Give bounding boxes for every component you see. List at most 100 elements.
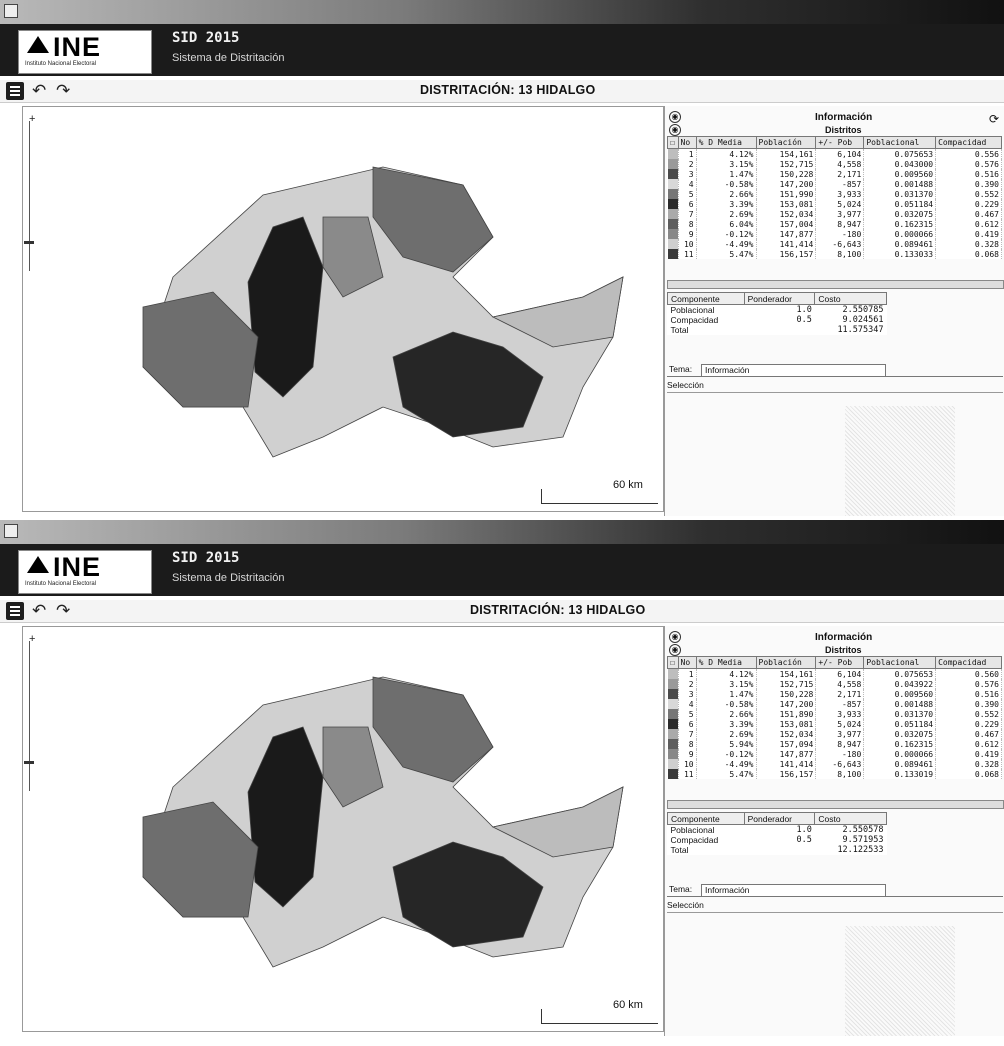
column-header-select[interactable]: ☐: [667, 136, 679, 149]
collapse-circle-icon[interactable]: ◉: [669, 124, 681, 136]
table-header-row: ☐ No % D Media Población +/- Pob Poblaci…: [667, 136, 1002, 149]
district-map[interactable]: [23, 107, 663, 511]
app-header: INE Instituto Nacional Electoral SID 201…: [0, 544, 1004, 596]
cell-poblacional: 0.075653: [863, 668, 937, 679]
cell-dmedia: 3.15%: [696, 679, 757, 689]
table-row[interactable]: 9 -0.12% 147,877 -180 0.000066 0.419: [667, 749, 1002, 759]
column-header-no[interactable]: No: [677, 136, 697, 149]
district-color-swatch: [667, 759, 679, 769]
tab-informacion[interactable]: Información: [701, 884, 886, 896]
table-row[interactable]: 1 4.12% 154,161 6,104 0.075653 0.556: [667, 148, 1002, 159]
table-row[interactable]: 3 1.47% 150,228 2,171 0.009560 0.516: [667, 689, 1002, 699]
collapse-circle-icon[interactable]: ◉: [669, 111, 681, 123]
cell-no: 2: [678, 159, 697, 169]
column-header-compacidad[interactable]: Compacidad: [935, 656, 1002, 669]
district-color-swatch: [667, 739, 679, 749]
tema-tab-row: Tema: Información: [667, 884, 1003, 897]
column-header-compacidad[interactable]: Compacidad: [935, 136, 1002, 149]
table-horizontal-scrollbar[interactable]: [667, 800, 1004, 809]
district-color-swatch: [667, 159, 679, 169]
collapse-circle-icon[interactable]: ◉: [669, 631, 681, 643]
undo-icon[interactable]: ↶: [32, 81, 46, 101]
column-header-dpob[interactable]: +/- Pob: [815, 656, 865, 669]
districts-table: ☐ No % D Media Población +/- Pob Poblaci…: [667, 656, 1002, 779]
table-row[interactable]: 1 4.12% 154,161 6,104 0.075653 0.560: [667, 668, 1002, 679]
map-view[interactable]: + 60 km: [22, 626, 664, 1032]
cell-pob: 147,200: [756, 179, 817, 189]
cell-dpob: 3,933: [815, 189, 865, 199]
table-row[interactable]: 2 3.15% 152,715 4,558 0.043000 0.576: [667, 159, 1002, 169]
table-row[interactable]: 10 -4.49% 141,414 -6,643 0.089461 0.328: [667, 759, 1002, 769]
table-row[interactable]: 7 2.69% 152,034 3,977 0.032075 0.467: [667, 729, 1002, 739]
table-row[interactable]: 6 3.39% 153,081 5,024 0.051184 0.229: [667, 199, 1002, 209]
cell-poblacional: 0.000066: [863, 749, 937, 759]
column-header-dmedia[interactable]: % D Media: [695, 656, 757, 669]
cell-no: 9: [678, 749, 697, 759]
column-header-select[interactable]: ☐: [667, 656, 679, 669]
redo-icon[interactable]: ↷: [56, 601, 70, 621]
cell-pob: 153,081: [756, 199, 817, 209]
table-row[interactable]: 4 -0.58% 147,200 -857 0.001488 0.390: [667, 699, 1002, 709]
window-icon[interactable]: [4, 524, 18, 538]
cell-pob: 151,890: [756, 709, 817, 719]
table-row[interactable]: 6 3.39% 153,081 5,024 0.051184 0.229: [667, 719, 1002, 729]
table-row[interactable]: 10 -4.49% 141,414 -6,643 0.089461 0.328: [667, 239, 1002, 249]
district-color-swatch: [667, 199, 679, 209]
cell-pob: 147,200: [756, 699, 817, 709]
cell-dpob: 6,104: [815, 668, 865, 679]
cell-no: 4: [678, 699, 697, 709]
table-row[interactable]: 8 6.04% 157,004 8,947 0.162315 0.612: [667, 219, 1002, 229]
menu-icon[interactable]: [6, 82, 24, 100]
info-title: Información: [815, 112, 873, 123]
selection-label: Selección: [667, 380, 704, 390]
table-row[interactable]: 4 -0.58% 147,200 -857 0.001488 0.390: [667, 179, 1002, 189]
cell-costo: 2.550578: [842, 825, 884, 835]
column-header-dpob[interactable]: +/- Pob: [815, 136, 865, 149]
collapse-circle-icon[interactable]: ◉: [669, 644, 681, 656]
cell-compacidad: 0.576: [935, 159, 1002, 169]
map-view[interactable]: + 60 km: [22, 106, 664, 512]
cell-dmedia: 1.47%: [696, 169, 757, 179]
tab-informacion[interactable]: Información: [701, 364, 886, 376]
column-header-poblacional[interactable]: Poblacional: [863, 136, 937, 149]
cell-pond: 1.0: [796, 825, 812, 835]
column-header-poblacion[interactable]: Población: [755, 136, 817, 149]
table-row[interactable]: 3 1.47% 150,228 2,171 0.009560 0.516: [667, 169, 1002, 179]
refresh-icon[interactable]: ⟳: [989, 112, 999, 126]
logo-subtitle: Instituto Nacional Electoral: [25, 61, 97, 67]
window-titlebar: [0, 520, 1004, 544]
cell-dpob: 2,171: [815, 689, 865, 699]
cell-dpob: -180: [815, 749, 865, 759]
cell-poblacional: 0.009560: [863, 169, 937, 179]
cell-pob: 153,081: [756, 719, 817, 729]
table-row[interactable]: 9 -0.12% 147,877 -180 0.000066 0.419: [667, 229, 1002, 239]
cell-pond: [744, 845, 815, 855]
tema-label: Tema:: [669, 884, 693, 894]
cell-dpob: 8,100: [815, 769, 865, 779]
cell-compacidad: 0.229: [935, 199, 1002, 209]
table-row[interactable]: 8 5.94% 157,094 8,947 0.162315 0.612: [667, 739, 1002, 749]
table-row[interactable]: 2 3.15% 152,715 4,558 0.043922 0.576: [667, 679, 1002, 689]
column-header-no[interactable]: No: [677, 656, 697, 669]
district-map[interactable]: [23, 627, 663, 1031]
menu-icon[interactable]: [6, 602, 24, 620]
undo-icon[interactable]: ↶: [32, 601, 46, 621]
table-header-row: Componente Ponderador Costo: [667, 292, 887, 305]
column-header-dmedia[interactable]: % D Media: [695, 136, 757, 149]
info-subtitle: Distritos: [825, 125, 862, 135]
window-icon[interactable]: [4, 4, 18, 18]
table-row[interactable]: 11 5.47% 156,157 8,100 0.133033 0.068: [667, 249, 1002, 259]
cell-dmedia: 4.12%: [696, 668, 757, 679]
cell-pob: 154,161: [756, 148, 817, 159]
district-color-swatch: [667, 719, 679, 729]
table-row[interactable]: 7 2.69% 152,034 3,977 0.032075 0.467: [667, 209, 1002, 219]
cell-no: 6: [678, 199, 697, 209]
table-row[interactable]: 5 2.66% 151,990 3,933 0.031370 0.552: [667, 189, 1002, 199]
table-horizontal-scrollbar[interactable]: [667, 280, 1004, 289]
table-row[interactable]: 5 2.66% 151,890 3,933 0.031370 0.552: [667, 709, 1002, 719]
column-header-poblacional[interactable]: Poblacional: [863, 656, 937, 669]
cell-dmedia: 5.94%: [696, 739, 757, 749]
redo-icon[interactable]: ↷: [56, 81, 70, 101]
column-header-poblacion[interactable]: Población: [755, 656, 817, 669]
table-row[interactable]: 11 5.47% 156,157 8,100 0.133019 0.068: [667, 769, 1002, 779]
